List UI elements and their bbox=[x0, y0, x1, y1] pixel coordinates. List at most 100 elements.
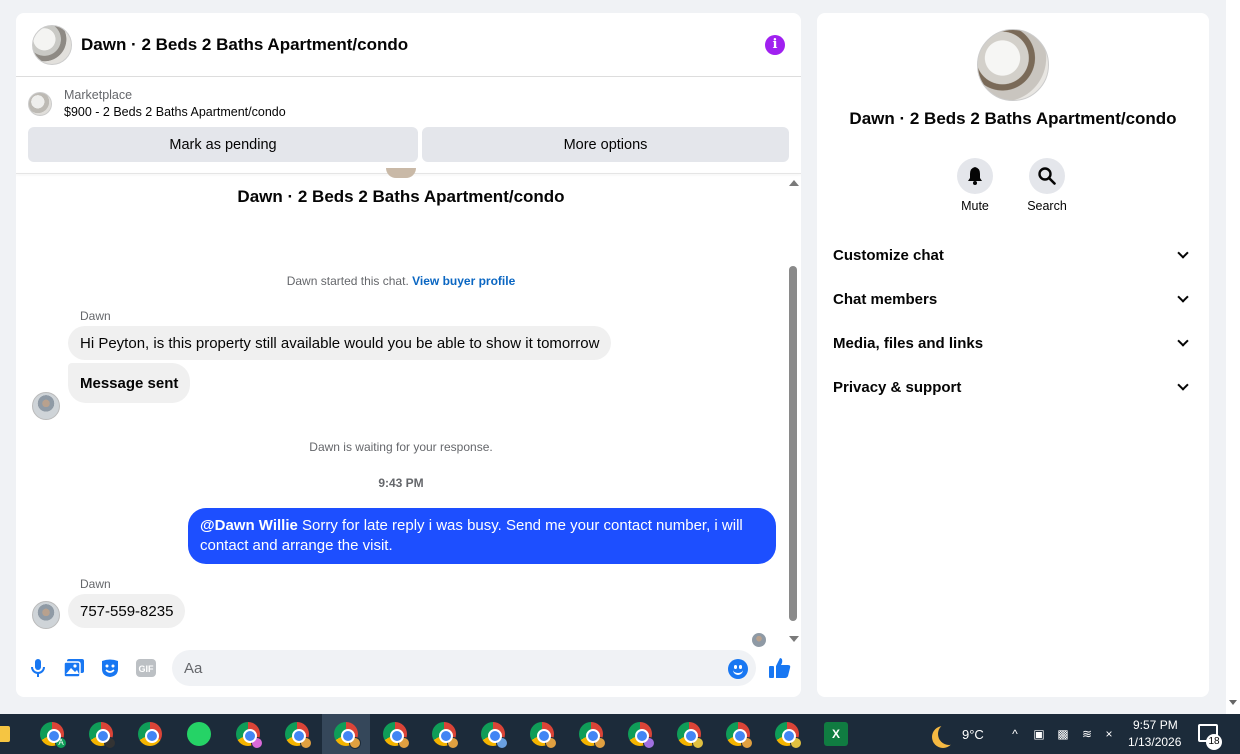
profile-badge-icon bbox=[545, 737, 557, 749]
section-label: Privacy & support bbox=[833, 378, 962, 396]
listing-actions: Mark as pending More options bbox=[16, 121, 801, 162]
sender-avatar[interactable] bbox=[32, 601, 60, 629]
chat-info-panel: Dawn · 2 Beds 2 Baths Apartment/condo Mu… bbox=[817, 13, 1209, 697]
message-bubble-incoming[interactable]: Hi Peyton, is this property still availa… bbox=[68, 326, 612, 360]
scrollbar-thumb[interactable] bbox=[789, 266, 797, 621]
message-timestamp: 9:43 PM bbox=[378, 476, 424, 490]
chevron-down-icon bbox=[1177, 291, 1189, 303]
mark-as-pending-button[interactable]: Mark as pending bbox=[28, 127, 418, 162]
taskbar-date[interactable]: 1/13/2026 bbox=[1128, 735, 1181, 749]
more-options-button[interactable]: More options bbox=[422, 127, 789, 162]
wifi-icon[interactable]: ≋ bbox=[1080, 727, 1094, 741]
info-panel-avatar[interactable] bbox=[977, 29, 1049, 101]
chevron-down-icon bbox=[1177, 335, 1189, 347]
message-bubble-incoming[interactable]: Message sent bbox=[68, 363, 191, 403]
profile-badge-icon bbox=[447, 737, 459, 749]
chrome-app-icon[interactable] bbox=[628, 722, 655, 749]
view-buyer-profile-link[interactable]: View buyer profile bbox=[412, 274, 515, 288]
scroll-down-arrow-icon[interactable] bbox=[789, 636, 799, 642]
mute-button[interactable]: Mute bbox=[945, 158, 1005, 213]
chat-started-text: Dawn started this chat. bbox=[286, 274, 409, 288]
chrome-app-icon[interactable] bbox=[530, 722, 557, 749]
profile-badge-icon bbox=[349, 737, 361, 749]
microphone-icon[interactable] bbox=[27, 657, 49, 679]
info-panel-title: Dawn · 2 Beds 2 Baths Apartment/condo bbox=[849, 109, 1177, 128]
chat-title[interactable]: Dawn · 2 Beds 2 Baths Apartment/condo bbox=[81, 35, 408, 55]
weather-temperature[interactable]: 9°C bbox=[962, 727, 984, 742]
chat-members-section[interactable]: Chat members bbox=[833, 284, 1193, 314]
bell-icon bbox=[957, 158, 993, 194]
sticker-icon[interactable] bbox=[99, 657, 121, 679]
taskbar-time[interactable]: 9:57 PM bbox=[1133, 718, 1178, 732]
message-list[interactable]: Dawn · 2 Beds 2 Baths Apartment/condo Da… bbox=[16, 168, 786, 647]
chrome-app-icon[interactable] bbox=[383, 722, 410, 749]
window-scroll-down-icon[interactable] bbox=[1229, 700, 1237, 705]
listing-price-title: $900 - 2 Beds 2 Baths Apartment/condo bbox=[64, 105, 286, 119]
chrome-app-icon[interactable] bbox=[677, 722, 704, 749]
privacy-support-section[interactable]: Privacy & support bbox=[833, 372, 1193, 402]
gif-icon[interactable]: GIF bbox=[135, 657, 157, 679]
volume-muted-icon[interactable]: × bbox=[1102, 727, 1116, 741]
section-label: Media, files and links bbox=[833, 334, 984, 352]
profile-badge-icon bbox=[496, 737, 508, 749]
window-scrollbar[interactable] bbox=[1226, 0, 1240, 714]
chevron-down-icon bbox=[1177, 247, 1189, 259]
customize-chat-section[interactable]: Customize chat bbox=[833, 240, 1193, 270]
emoji-icon[interactable] bbox=[728, 659, 748, 679]
photo-attach-icon[interactable] bbox=[63, 657, 85, 679]
chat-panel: Dawn · 2 Beds 2 Baths Apartment/condo i … bbox=[16, 13, 801, 697]
message-bubble-incoming[interactable]: 757-559-8235 bbox=[68, 594, 186, 628]
mute-label: Mute bbox=[961, 199, 989, 213]
meet-now-icon[interactable]: ▣ bbox=[1032, 727, 1046, 741]
profile-badge-icon bbox=[251, 737, 263, 749]
profile-badge-icon bbox=[104, 737, 116, 749]
windows-taskbar: A X 9°C ^ ▣ ▩ ≋ × 9:57 PM 1/13/2026 18 bbox=[0, 714, 1240, 754]
profile-badge-icon bbox=[692, 737, 704, 749]
chrome-app-icon[interactable] bbox=[138, 722, 162, 746]
chrome-app-icon[interactable] bbox=[726, 722, 753, 749]
marketplace-listing[interactable]: Marketplace $900 - 2 Beds 2 Baths Apartm… bbox=[16, 77, 801, 121]
weather-moon-icon[interactable] bbox=[938, 723, 960, 745]
gif-label: GIF bbox=[139, 664, 155, 674]
seen-indicator-avatar bbox=[752, 633, 766, 647]
section-label: Customize chat bbox=[833, 246, 944, 264]
battery-icon[interactable]: ▩ bbox=[1056, 727, 1070, 741]
message-scrollbar[interactable] bbox=[786, 174, 801, 644]
profile-badge-icon bbox=[300, 737, 312, 749]
tray-chevron-up-icon[interactable]: ^ bbox=[1008, 727, 1022, 741]
waiting-notice: Dawn is waiting for your response. bbox=[309, 440, 493, 454]
message-input[interactable] bbox=[172, 650, 756, 686]
message-bubble-outgoing[interactable]: @Dawn Willie Sorry for late reply i was … bbox=[188, 508, 776, 564]
chat-started-notice: Dawn started this chat. View buyer profi… bbox=[16, 274, 786, 288]
file-explorer-icon[interactable] bbox=[0, 726, 10, 742]
profile-badge-icon bbox=[790, 737, 802, 749]
chrome-app-icon[interactable]: A bbox=[40, 722, 67, 749]
listing-avatar[interactable] bbox=[32, 24, 72, 65]
search-label: Search bbox=[1027, 199, 1067, 213]
chrome-app-icon-active[interactable] bbox=[334, 722, 361, 749]
excel-app-icon[interactable]: X bbox=[824, 722, 848, 746]
chrome-app-icon[interactable] bbox=[579, 722, 606, 749]
whatsapp-app-icon[interactable] bbox=[187, 722, 211, 746]
scroll-up-arrow-icon[interactable] bbox=[789, 180, 799, 186]
message-sender: Dawn bbox=[80, 309, 111, 323]
thumbs-up-icon[interactable] bbox=[768, 656, 792, 680]
media-files-links-section[interactable]: Media, files and links bbox=[833, 328, 1193, 358]
mention-tag[interactable]: @Dawn Willie bbox=[200, 517, 298, 534]
chrome-app-icon[interactable] bbox=[89, 722, 116, 749]
search-button[interactable]: Search bbox=[1017, 158, 1077, 213]
profile-badge-icon bbox=[643, 737, 655, 749]
conversation-title: Dawn · 2 Beds 2 Baths Apartment/condo bbox=[237, 187, 565, 206]
listing-label: Marketplace bbox=[64, 88, 133, 102]
profile-badge-icon bbox=[398, 737, 410, 749]
message-composer: GIF bbox=[16, 649, 801, 689]
section-label: Chat members bbox=[833, 290, 938, 308]
sender-avatar[interactable] bbox=[32, 392, 60, 420]
chrome-app-icon[interactable] bbox=[432, 722, 459, 749]
profile-badge-icon bbox=[594, 737, 606, 749]
chrome-app-icon[interactable] bbox=[481, 722, 508, 749]
info-icon[interactable]: i bbox=[765, 34, 785, 55]
chrome-app-icon[interactable] bbox=[775, 722, 802, 749]
chrome-app-icon[interactable] bbox=[285, 722, 312, 749]
chrome-app-icon[interactable] bbox=[236, 722, 263, 749]
